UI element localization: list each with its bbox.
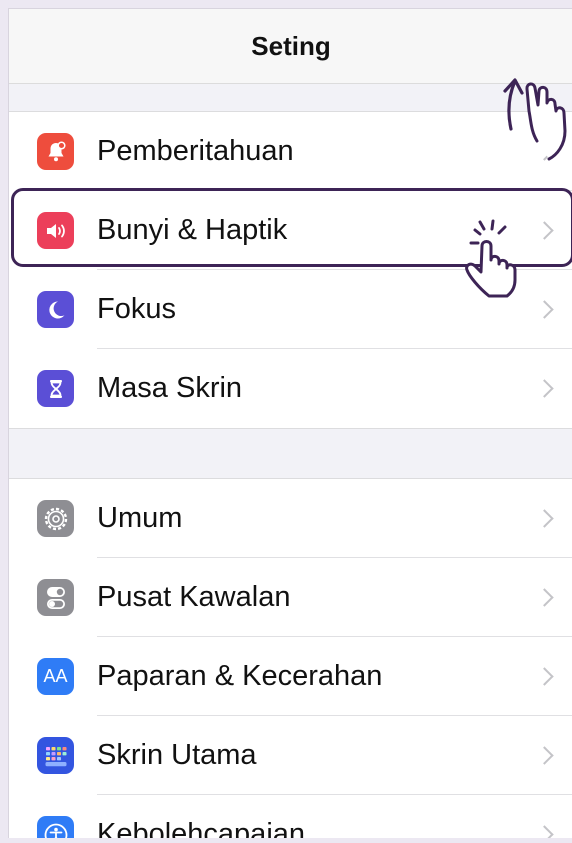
settings-item-bunyi-haptik[interactable]: Bunyi & Haptik bbox=[9, 191, 572, 270]
speaker-icon bbox=[37, 212, 74, 249]
settings-item-paparan-kecerahan[interactable]: AA Paparan & Kecerahan bbox=[9, 637, 572, 716]
chevron-right-icon bbox=[535, 300, 554, 319]
settings-item-label: Fokus bbox=[97, 293, 176, 325]
settings-item-masa-skrin[interactable]: Masa Skrin bbox=[9, 349, 572, 428]
navigation-bar: Seting bbox=[9, 9, 572, 84]
moon-icon bbox=[37, 291, 74, 328]
chevron-right-icon bbox=[535, 825, 554, 838]
chevron-right-icon bbox=[535, 667, 554, 686]
settings-item-kebolehcapaian[interactable]: Kebolehcapaian bbox=[9, 795, 572, 838]
hourglass-icon bbox=[37, 370, 74, 407]
settings-item-pemberitahuan[interactable]: Pemberitahuan bbox=[9, 112, 572, 191]
settings-group-1: Pemberitahuan Bunyi & Haptik Fokus Masa … bbox=[9, 111, 572, 429]
page-title: Seting bbox=[251, 30, 331, 61]
bell-badge-icon bbox=[37, 133, 74, 170]
settings-item-label: Masa Skrin bbox=[97, 372, 243, 404]
settings-item-label: Umum bbox=[97, 502, 183, 534]
settings-screen: Seting Pemberitahuan Bunyi & Haptik Foku… bbox=[8, 8, 572, 838]
text-size-icon: AA bbox=[37, 658, 74, 695]
settings-item-pusat-kawalan[interactable]: Pusat Kawalan bbox=[9, 558, 572, 637]
settings-item-label: Pemberitahuan bbox=[97, 135, 294, 167]
accessibility-icon bbox=[37, 816, 74, 838]
settings-item-label: Skrin Utama bbox=[97, 739, 257, 771]
chevron-right-icon bbox=[535, 588, 554, 607]
settings-item-label: Bunyi & Haptik bbox=[97, 214, 288, 246]
home-grid-icon bbox=[37, 737, 74, 774]
chevron-right-icon bbox=[535, 746, 554, 765]
chevron-right-icon bbox=[535, 379, 554, 398]
chevron-right-icon bbox=[535, 509, 554, 528]
text-size-icon-glyph: AA bbox=[43, 666, 68, 686]
settings-item-umum[interactable]: Umum bbox=[9, 479, 572, 558]
chevron-right-icon bbox=[535, 221, 554, 240]
settings-item-label: Paparan & Kecerahan bbox=[97, 660, 383, 692]
settings-item-fokus[interactable]: Fokus bbox=[9, 270, 572, 349]
chevron-right-icon bbox=[535, 142, 554, 161]
switches-icon bbox=[37, 579, 74, 616]
settings-item-label: Pusat Kawalan bbox=[97, 581, 291, 613]
settings-item-label: Kebolehcapaian bbox=[97, 818, 306, 838]
settings-group-2: Umum Pusat Kawalan AA Paparan & Keceraha… bbox=[9, 478, 572, 838]
settings-item-skrin-utama[interactable]: Skrin Utama bbox=[9, 716, 572, 795]
gear-icon bbox=[37, 500, 74, 537]
